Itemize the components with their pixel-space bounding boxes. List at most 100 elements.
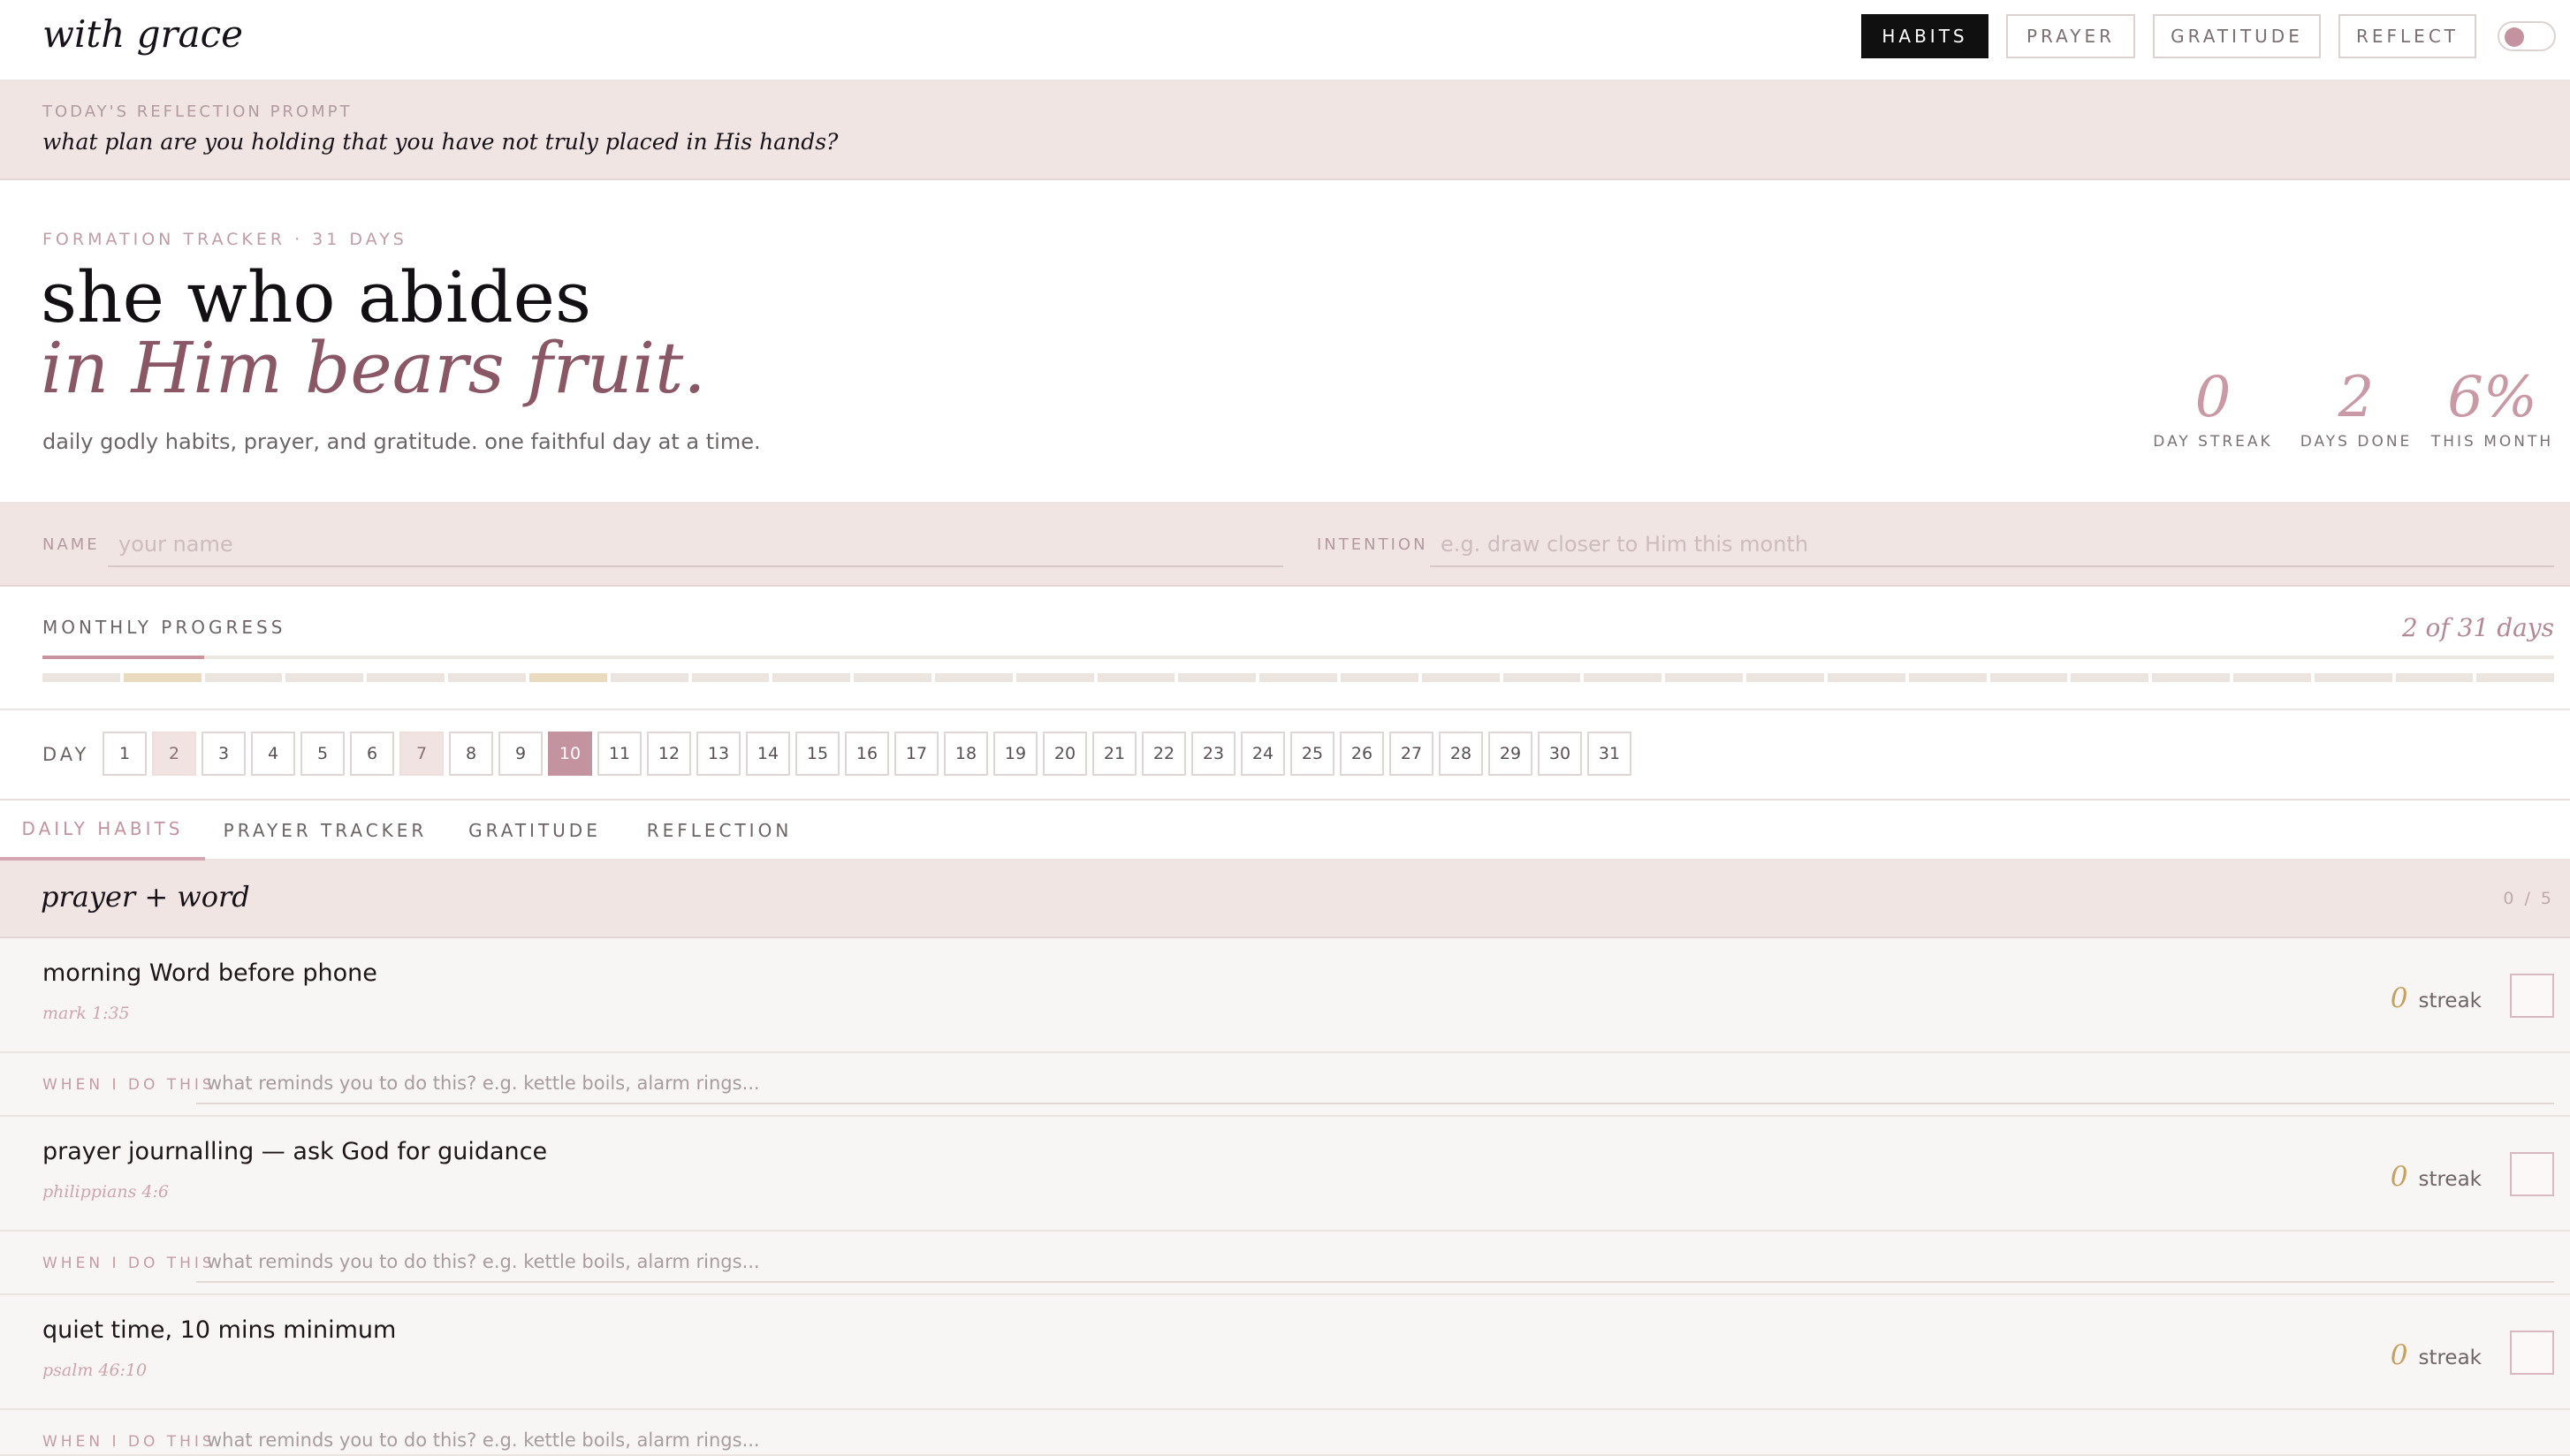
day-button[interactable]: 7 [399,732,444,776]
tab-daily-habits[interactable]: DAILY HABITS [0,800,205,861]
intention-label: INTENTION [1317,535,1428,554]
theme-toggle[interactable] [2498,21,2556,51]
cue-input[interactable] [196,1421,2554,1456]
day-button[interactable]: 15 [795,732,840,776]
habit-streak-label: streak [2418,990,2482,1012]
day-button[interactable]: 6 [350,732,394,776]
day-button[interactable]: 13 [696,732,741,776]
stat-days-done-label: DAYS DONE [2300,433,2413,451]
progress-segment [2232,673,2311,682]
day-button[interactable]: 11 [597,732,642,776]
nav-habits-button[interactable]: HABITS [1861,14,1988,58]
name-input[interactable] [108,523,1283,567]
intention-input[interactable] [1430,523,2554,567]
day-button[interactable]: 19 [993,732,1038,776]
habit-streak: 0 streak [2391,1161,2482,1193]
habit-checkbox[interactable] [2510,1331,2554,1375]
day-button[interactable]: 10 [548,732,592,776]
habit-streak-label: streak [2418,1346,2482,1369]
nav-gratitude-button[interactable]: GRATITUDE [2153,14,2321,58]
stat-day-streak: 0 DAY STREAK [2133,366,2292,451]
reflection-prompt-text: what plan are you holding that you have … [42,129,839,155]
brand-logo[interactable]: with grace [42,12,243,56]
progress-segment [42,673,120,682]
day-button[interactable]: 23 [1191,732,1236,776]
day-button[interactable]: 29 [1488,732,1532,776]
day-button[interactable]: 12 [647,732,691,776]
day-button[interactable]: 24 [1241,732,1285,776]
day-button[interactable]: 30 [1538,732,1582,776]
progress-segment [934,673,1013,682]
habit-group-title: prayer + word [41,880,250,914]
reflection-prompt-banner: TODAY'S REFLECTION PROMPT what plan are … [0,81,2570,180]
stat-this-month-value: 6% [2447,365,2537,430]
nav-prayer-button[interactable]: PRAYER [2006,14,2135,58]
progress-segment [1341,673,1418,682]
cue-input[interactable] [196,1242,2554,1283]
progress-segment [2152,673,2230,682]
tab-prayer-tracker[interactable]: PRAYER TRACKER [219,800,431,861]
day-button[interactable]: 31 [1587,732,1631,776]
stat-days-done-value: 2 [2338,365,2375,430]
habit-row: quiet time, 10 mins minimum psalm 46:10 … [0,1295,2570,1410]
habit-streak-value: 0 [2390,1339,2408,1371]
day-button[interactable]: 25 [1290,732,1334,776]
section-tabs: DAILY HABITS PRAYER TRACKER GRATITUDE RE… [0,800,2570,861]
day-button[interactable]: 3 [201,732,246,776]
hero-section: FORMATION TRACKER · 31 DAYS she who abid… [0,180,2570,504]
day-button[interactable]: 5 [300,732,345,776]
day-button[interactable]: 22 [1142,732,1186,776]
progress-segment [1827,673,1905,682]
day-button-row: 1 2 3 4 5 6 7 8 9 10 11 12 13 14 15 16 17 18 19 20 21 22 23 24 2… [103,732,1631,776]
stat-day-streak-label: DAY STREAK [2153,433,2273,451]
progress-segment [1746,673,1824,682]
habit-cue-row: WHEN I DO THIS [0,1410,2570,1456]
day-button[interactable]: 27 [1389,732,1433,776]
habit-title: prayer journalling — ask God for guidanc… [42,1138,548,1165]
habit-group-header[interactable]: prayer + word 0 / 5 [0,861,2570,938]
top-navigation-bar: with grace HABITS PRAYER GRATITUDE REFLE… [0,0,2570,81]
progress-segment [1502,673,1581,682]
day-button[interactable]: 18 [944,732,988,776]
progress-segment [528,673,607,682]
progress-segment [1259,673,1337,682]
day-button[interactable]: 1 [103,732,147,776]
tab-reflection[interactable]: REFLECTION [640,800,799,861]
name-label: NAME [42,535,100,554]
progress-segment [1989,673,2068,682]
nav-reflect-button[interactable]: REFLECT [2338,14,2476,58]
cue-label: WHEN I DO THIS [42,1433,216,1451]
stat-days-done: 2 DAYS DONE [2277,366,2436,451]
habit-cue-row: WHEN I DO THIS [0,1232,2570,1295]
day-button[interactable]: 26 [1340,732,1384,776]
day-button[interactable]: 9 [498,732,543,776]
cue-input[interactable] [196,1064,2554,1104]
progress-segment [285,673,364,682]
habit-streak-value: 0 [2390,1161,2408,1193]
day-button[interactable]: 20 [1043,732,1087,776]
day-selector-label: DAY [42,744,90,765]
stat-day-streak-value: 0 [2194,365,2232,430]
tab-gratitude[interactable]: GRATITUDE [460,800,610,861]
day-button[interactable]: 4 [251,732,295,776]
progress-segment [2314,673,2392,682]
habit-checkbox[interactable] [2510,974,2554,1018]
habit-verse: psalm 46:10 [42,1361,148,1380]
day-button[interactable]: 21 [1092,732,1137,776]
progress-segment [123,673,201,682]
day-button[interactable]: 17 [894,732,939,776]
hero-subtitle: daily godly habits, prayer, and gratitud… [42,429,761,454]
day-button[interactable]: 16 [845,732,889,776]
day-button[interactable]: 14 [746,732,790,776]
progress-segment [691,673,770,682]
progress-segment [1908,673,1987,682]
day-button[interactable]: 28 [1439,732,1483,776]
progress-segment [448,673,526,682]
progress-segment [1097,673,1175,682]
day-button[interactable]: 8 [449,732,493,776]
habit-checkbox[interactable] [2510,1152,2554,1196]
day-button[interactable]: 2 [152,732,196,776]
progress-segment [1015,673,1094,682]
progress-day-segments [42,673,2555,682]
cue-label: WHEN I DO THIS [42,1255,216,1272]
